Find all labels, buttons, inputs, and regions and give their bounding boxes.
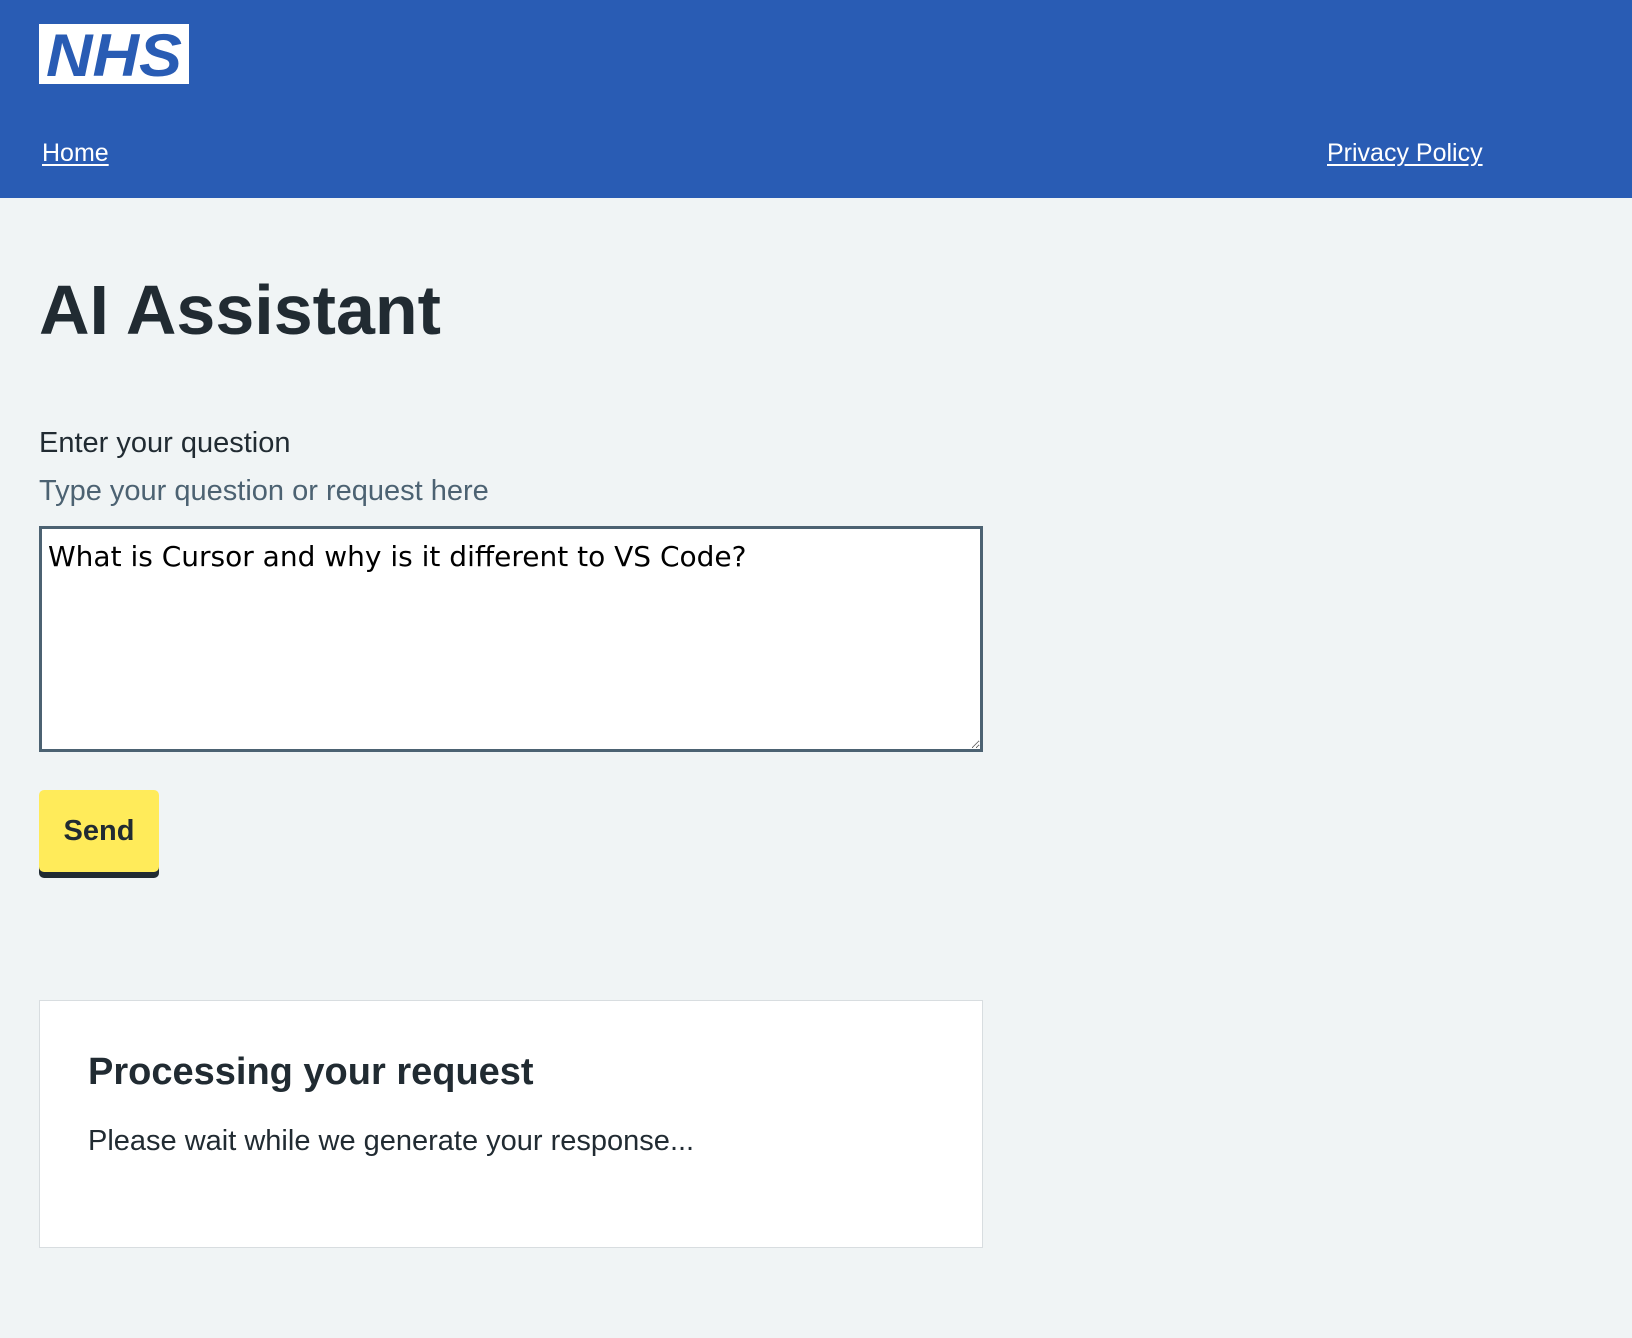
question-label: Enter your question — [39, 427, 291, 459]
nhs-logo-text: NHS — [46, 24, 182, 84]
page-title: AI Assistant — [39, 271, 441, 349]
processing-card: Processing your request Please wait whil… — [39, 1000, 983, 1248]
nav-link-privacy-policy[interactable]: Privacy Policy — [1327, 139, 1483, 168]
nav-link-home[interactable]: Home — [42, 139, 109, 168]
site-header: NHS Home Privacy Policy — [0, 0, 1632, 198]
send-button[interactable]: Send — [39, 790, 159, 872]
processing-title: Processing your request — [88, 1051, 534, 1093]
nhs-logo[interactable]: NHS — [39, 24, 189, 84]
question-input[interactable]: What is Cursor and why is it different t… — [39, 526, 983, 752]
processing-message: Please wait while we generate your respo… — [88, 1125, 695, 1157]
question-hint: Type your question or request here — [39, 475, 489, 507]
